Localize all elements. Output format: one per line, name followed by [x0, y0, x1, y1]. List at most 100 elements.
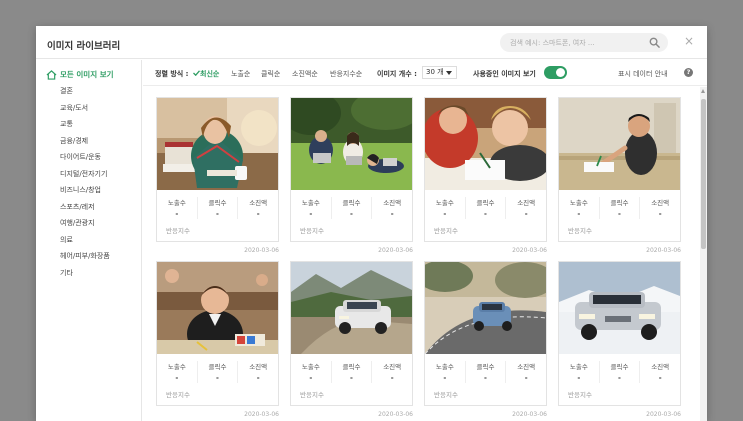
image-grid: 노출수 - 클릭수 - 소진액 - 반응지수 2020-03-06 노출수 - …	[143, 87, 699, 421]
stat-clicks: 클릭수 -	[332, 197, 373, 219]
image-card[interactable]: 노출수 - 클릭수 - 소진액 - 반응지수 2020-03-06	[156, 261, 279, 418]
stat-impressions: 노출수 -	[157, 361, 198, 383]
stat-label: 노출수	[435, 199, 454, 207]
stat-value: -	[618, 210, 621, 218]
stat-spend: 소진액 -	[506, 361, 546, 383]
stat-label: 소진액	[517, 199, 536, 207]
sort-clicks-option[interactable]: 클릭순	[261, 69, 280, 79]
reaction-label: 반응지수	[434, 391, 458, 399]
toggle-knob	[556, 68, 565, 77]
image-thumbnail[interactable]	[425, 98, 546, 190]
stat-label: 노출수	[569, 363, 588, 371]
in-use-label: 사용중인 이미지 보기	[473, 70, 536, 78]
stat-label: 노출수	[301, 199, 320, 207]
search-icon[interactable]	[649, 37, 660, 48]
stat-value: -	[309, 374, 313, 382]
sidebar-item-beauty[interactable]: 헤어/피부/화장품	[60, 251, 110, 268]
scroll-up-arrow-icon[interactable]	[701, 89, 705, 93]
stat-label: 클릭수	[610, 199, 629, 207]
sidebar-item-wedding[interactable]: 결혼	[60, 86, 110, 103]
stat-spend: 소진액 -	[238, 361, 278, 383]
reaction-label: 반응지수	[434, 227, 458, 235]
card-stats: 노출수 - 클릭수 - 소진액 -	[157, 361, 278, 383]
stat-spend: 소진액 -	[372, 361, 412, 383]
check-icon	[193, 70, 200, 77]
image-thumbnail[interactable]	[291, 98, 412, 190]
image-thumbnail[interactable]	[425, 262, 546, 354]
scrollbar[interactable]	[700, 87, 707, 421]
image-card[interactable]: 노출수 - 클릭수 - 소진액 - 반응지수 2020-03-06	[558, 97, 681, 254]
stat-label: 노출수	[167, 199, 186, 207]
card-stats: 노출수 - 클릭수 - 소진액 -	[425, 197, 546, 219]
search-box[interactable]	[500, 33, 668, 52]
count-value: 30 개	[426, 68, 444, 76]
card-stats: 노출수 - 클릭수 - 소진액 -	[291, 197, 412, 219]
sidebar-item-medical[interactable]: 의료	[60, 235, 110, 252]
stat-value: -	[658, 210, 662, 218]
stat-value: -	[350, 210, 353, 218]
sidebar-item-transport[interactable]: 교통	[60, 119, 110, 136]
sidebar-item-sports[interactable]: 스포츠/레저	[60, 202, 110, 219]
image-card[interactable]: 노출수 - 클릭수 - 소진액 - 반응지수 2020-03-06	[290, 97, 413, 254]
modal-header: 이미지 라이브러리 ×	[36, 26, 707, 59]
image-card[interactable]: 노출수 - 클릭수 - 소진액 - 반응지수 2020-03-06	[424, 261, 547, 418]
stat-spend: 소진액 -	[640, 197, 680, 219]
image-card[interactable]: 노출수 - 클릭수 - 소진액 - 반응지수 2020-03-06	[424, 97, 547, 254]
sort-spend-option[interactable]: 소진액순	[292, 69, 318, 79]
count-select[interactable]: 30 개	[422, 66, 457, 79]
sidebar-item-etc[interactable]: 기타	[60, 268, 110, 285]
sidebar-item-education[interactable]: 교육/도서	[60, 103, 110, 120]
stat-label: 소진액	[249, 363, 268, 371]
sort-latest-option[interactable]: 최신순	[193, 69, 219, 79]
sidebar-item-business[interactable]: 비즈니스/창업	[60, 185, 110, 202]
stat-value: -	[618, 374, 621, 382]
sort-reaction-option[interactable]: 반응지수순	[330, 69, 362, 79]
sidebar-item-diet[interactable]: 다이어트/운동	[60, 152, 110, 169]
sidebar-item-digital[interactable]: 디지털/전자기기	[60, 169, 110, 186]
info-label[interactable]: 표시 데이터 안내	[618, 69, 668, 79]
reaction-label: 반응지수	[568, 391, 592, 399]
category-list: 결혼 교육/도서 교통 금융/경제 다이어트/운동 디지털/전자기기 비즈니스/…	[60, 86, 110, 284]
image-thumbnail[interactable]	[157, 262, 278, 354]
stat-label: 클릭수	[208, 363, 227, 371]
card-date: 2020-03-06	[646, 247, 681, 254]
sidebar-item-travel[interactable]: 여행/관광지	[60, 218, 110, 235]
content-area: 정렬 방식 : 최신순 노출순 클릭순 소진액순 반응지수순 이미지 개수 : …	[143, 60, 707, 421]
image-thumbnail[interactable]	[559, 262, 680, 354]
sidebar-item-all[interactable]: 모든 이미지 보기	[46, 69, 114, 80]
stat-value: -	[216, 210, 219, 218]
reaction-label: 반응지수	[166, 227, 190, 235]
image-card[interactable]: 노출수 - 클릭수 - 소진액 - 반응지수 2020-03-06	[156, 97, 279, 254]
card-stats: 노출수 - 클릭수 - 소진액 -	[559, 361, 680, 383]
stat-value: -	[390, 374, 394, 382]
sidebar-item-finance[interactable]: 금융/경제	[60, 136, 110, 153]
toolbar: 정렬 방식 : 최신순 노출순 클릭순 소진액순 반응지수순 이미지 개수 : …	[143, 60, 707, 86]
sort-latest-label: 최신순	[200, 70, 220, 78]
stat-label: 노출수	[569, 199, 588, 207]
stat-label: 클릭수	[342, 199, 361, 207]
card-stats: 노출수 - 클릭수 - 소진액 -	[291, 361, 412, 383]
card-date: 2020-03-06	[244, 247, 279, 254]
image-card[interactable]: 노출수 - 클릭수 - 소진액 - 반응지수 2020-03-06	[558, 261, 681, 418]
scroll-thumb[interactable]	[701, 99, 706, 249]
in-use-toggle[interactable]	[544, 66, 567, 79]
sidebar-all-label: 모든 이미지 보기	[60, 70, 114, 79]
sort-impressions-option[interactable]: 노출순	[231, 69, 250, 79]
category-sidebar: 모든 이미지 보기 결혼 교육/도서 교통 금융/경제 다이어트/운동 디지털/…	[36, 60, 142, 421]
image-card[interactable]: 노출수 - 클릭수 - 소진액 - 반응지수 2020-03-06	[290, 261, 413, 418]
stat-clicks: 클릭수 -	[466, 197, 507, 219]
image-thumbnail[interactable]	[157, 98, 278, 190]
stat-impressions: 노출수 -	[425, 197, 466, 219]
stat-spend: 소진액 -	[640, 361, 680, 383]
card-stats: 노출수 - 클릭수 - 소진액 -	[559, 197, 680, 219]
close-icon[interactable]: ×	[683, 35, 695, 47]
stat-value: -	[443, 210, 447, 218]
stat-label: 소진액	[383, 199, 402, 207]
help-icon[interactable]: ?	[684, 68, 693, 77]
image-thumbnail[interactable]	[291, 262, 412, 354]
stat-impressions: 노출수 -	[559, 361, 600, 383]
stat-value: -	[658, 374, 662, 382]
image-thumbnail[interactable]	[559, 98, 680, 190]
stat-impressions: 노출수 -	[291, 361, 332, 383]
search-input[interactable]	[510, 36, 640, 49]
